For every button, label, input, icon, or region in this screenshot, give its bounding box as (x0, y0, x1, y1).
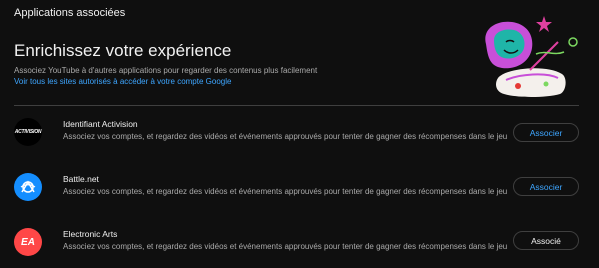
hero-description: Associez YouTube à d'autres applications… (14, 66, 318, 75)
associate-activision-button[interactable]: Associer (513, 123, 579, 142)
gaming-illustration (485, 16, 578, 97)
app-description: Associez vos comptes, et regardez des vi… (63, 187, 508, 196)
section-divider (14, 105, 579, 106)
list-item-activision: ACTIVISION Identifiant Activision Associ… (14, 118, 579, 158)
associated-ea-button[interactable]: Associé (513, 231, 579, 250)
ea-logo-text: EA (21, 236, 35, 248)
star-icon (536, 16, 552, 32)
activision-logo-text: ACTIVISION (14, 129, 42, 135)
authorized-sites-link[interactable]: Voir tous les sites autorisés à accéder … (14, 77, 231, 86)
page-title: Applications associées (14, 7, 126, 19)
ea-logo: EA (14, 228, 42, 256)
hero-title: Enrichissez votre expérience (14, 41, 232, 60)
app-description: Associez vos comptes, et regardez des vi… (63, 242, 508, 251)
app-name: Battle.net (63, 174, 99, 184)
battlenet-icon (20, 180, 36, 193)
activision-logo: ACTIVISION (14, 118, 42, 146)
app-description: Associez vos comptes, et regardez des vi… (63, 132, 508, 141)
list-item-ea: EA Electronic Arts Associez vos comptes,… (14, 228, 579, 268)
associate-battlenet-button[interactable]: Associer (513, 177, 579, 196)
app-name: Electronic Arts (63, 229, 118, 239)
list-item-battlenet: Battle.net Associez vos comptes, et rega… (14, 173, 579, 213)
app-name: Identifiant Activision (63, 119, 138, 129)
battlenet-logo (14, 173, 42, 201)
